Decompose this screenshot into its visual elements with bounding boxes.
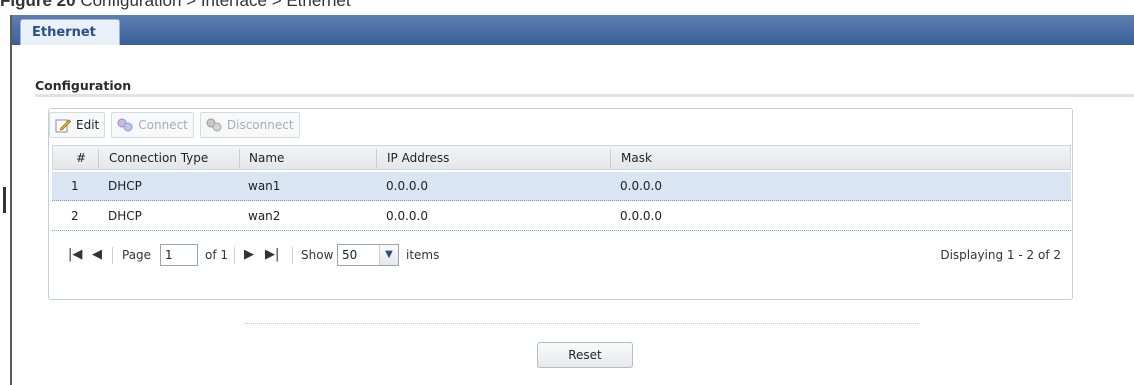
table-row[interactable]: 1 DHCP wan1 0.0.0.0 0.0.0.0 bbox=[52, 172, 1071, 201]
column-header-index[interactable]: # bbox=[76, 146, 86, 171]
previous-page-icon[interactable]: ◀ bbox=[92, 240, 102, 270]
last-page-icon[interactable]: ▶| bbox=[265, 240, 279, 270]
disconnect-icon bbox=[206, 117, 222, 133]
grid-toolbar: Edit Connect Disconnect bbox=[49, 112, 300, 138]
pager-separator bbox=[234, 247, 235, 264]
page-number-input[interactable]: 1 bbox=[160, 244, 198, 266]
tab-bar: Ethernet bbox=[12, 15, 1134, 45]
figure-caption: Figure 20 Configuration > Interface > Et… bbox=[0, 0, 351, 10]
row-name: wan2 bbox=[248, 209, 281, 223]
row-ip-address: 0.0.0.0 bbox=[386, 209, 428, 223]
connect-icon bbox=[117, 117, 133, 133]
row-mask: 0.0.0.0 bbox=[620, 209, 662, 223]
column-header-mask[interactable]: Mask bbox=[621, 146, 652, 171]
table-row[interactable]: 2 DHCP wan2 0.0.0.0 0.0.0.0 bbox=[52, 202, 1071, 231]
figure-text: Configuration > Interface > Ethernet bbox=[80, 0, 351, 10]
column-header-name[interactable]: Name bbox=[249, 146, 284, 171]
section-divider bbox=[35, 94, 1134, 97]
column-header-ip-address[interactable]: IP Address bbox=[387, 146, 449, 171]
items-per-page-value: 50 bbox=[342, 248, 358, 262]
displaying-status: Displaying 1 - 2 of 2 bbox=[940, 248, 1061, 262]
header-separator bbox=[610, 149, 611, 168]
items-label: items bbox=[406, 248, 440, 262]
page-label: Page bbox=[122, 248, 152, 262]
connect-button[interactable]: Connect bbox=[111, 112, 194, 138]
items-per-page-select[interactable]: 50 ▼ bbox=[337, 244, 399, 266]
column-header-connection-type[interactable]: Connection Type bbox=[109, 146, 208, 171]
header-separator bbox=[376, 149, 377, 168]
pagination-bar: |◀ ◀ Page 1 of 1 ▶ ▶| Show 50 ▼ items Di… bbox=[52, 240, 1071, 270]
row-mask: 0.0.0.0 bbox=[620, 179, 662, 193]
connect-label: Connect bbox=[138, 118, 188, 132]
row-ip-address: 0.0.0.0 bbox=[386, 179, 428, 193]
show-label: Show bbox=[301, 248, 334, 262]
edit-icon bbox=[55, 117, 72, 133]
disconnect-label: Disconnect bbox=[226, 118, 294, 132]
row-name: wan1 bbox=[248, 179, 281, 193]
window-left-edge bbox=[10, 15, 12, 385]
first-page-icon[interactable]: |◀ bbox=[68, 240, 82, 270]
row-connection-type: DHCP bbox=[108, 209, 142, 223]
next-page-icon[interactable]: ▶ bbox=[244, 240, 254, 270]
window-edge-mark bbox=[3, 187, 6, 213]
chevron-down-icon[interactable]: ▼ bbox=[379, 245, 398, 265]
footer-divider bbox=[245, 323, 920, 324]
tab-ethernet[interactable]: Ethernet bbox=[20, 19, 120, 45]
row-connection-type: DHCP bbox=[108, 179, 142, 193]
row-index: 2 bbox=[71, 209, 79, 223]
row-index: 1 bbox=[71, 179, 79, 193]
section-title: Configuration bbox=[35, 78, 132, 93]
page-count-label: of 1 bbox=[205, 248, 229, 262]
header-separator bbox=[239, 149, 240, 168]
pager-separator bbox=[292, 247, 293, 264]
reset-button[interactable]: Reset bbox=[537, 342, 633, 368]
figure-label: Figure 20 bbox=[0, 0, 76, 10]
disconnect-button[interactable]: Disconnect bbox=[199, 112, 300, 138]
header-separator bbox=[98, 149, 99, 168]
edit-label: Edit bbox=[76, 118, 100, 132]
table-header: # Connection Type Name IP Address Mask bbox=[52, 145, 1071, 170]
pager-separator bbox=[112, 247, 113, 264]
edit-button[interactable]: Edit bbox=[49, 112, 106, 138]
